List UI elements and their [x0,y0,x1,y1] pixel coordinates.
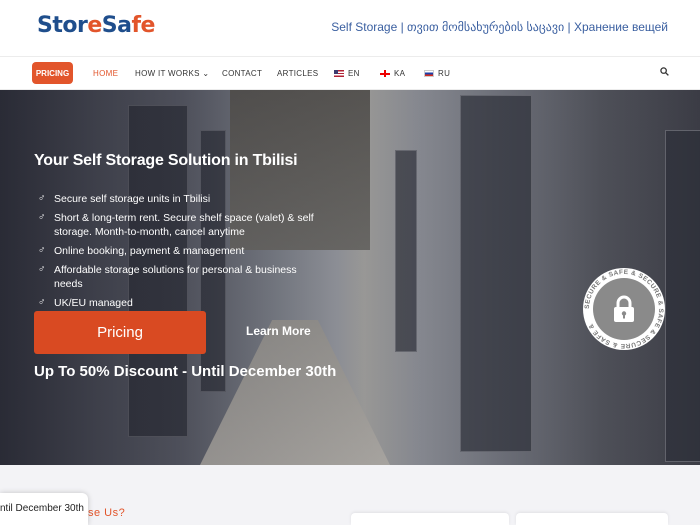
pricing-button[interactable]: Pricing [34,311,206,354]
georgia-flag-icon [380,70,390,77]
learn-more-link[interactable]: Learn More [246,324,311,338]
feature-text: UK/EU managed [54,297,133,309]
discount-headline: Up To 50% Discount - Until December 30th [34,363,337,380]
bullet-icon: ♂ [38,264,46,275]
header-tagline: Self Storage | თვით მომსახურების საცავი … [331,20,668,34]
hero-title: Your Self Storage Solution in Tbilisi [34,152,298,169]
feature-text: Affordable storage solutions for persona… [54,264,297,290]
logo-text-part: Stor [37,13,88,38]
feature-card [516,513,668,525]
bullet-icon: ♂ [38,212,46,223]
section-heading: se Us? [88,507,126,519]
search-icon[interactable] [660,67,669,76]
logo-text-part: fe [131,13,155,38]
us-flag-icon [334,70,344,77]
feature-item: ♂ Online booking, payment & management [38,244,328,258]
bullet-icon: ♂ [38,297,46,308]
hero-banner: Your Self Storage Solution in Tbilisi ♂ S… [0,90,700,465]
nav-lang-en[interactable]: EN [334,69,360,78]
storesafe-logo[interactable]: StoreSafe [37,13,155,38]
svg-text:SECURE & SAFE & SECURE & SAFE: SECURE & SAFE & SECURE & SAFE & SECURE &… [584,269,664,349]
feature-item: ♂ UK/EU managed [38,296,328,310]
nav-lang-ka[interactable]: KA [380,69,405,78]
feature-text: Secure self storage units in Tbilisi [54,193,211,205]
nav-how-it-works-label: HOW IT WORKS [135,69,200,78]
lang-ka-label: KA [394,69,406,78]
bullet-icon: ♂ [38,245,46,256]
feature-card [351,513,509,525]
badge-text: SECURE & SAFE & SECURE & SAFE & SECURE &… [584,269,664,349]
main-nav: PRICING HOME HOW IT WORKS ⌄ CONTACT ARTI… [0,56,700,90]
nav-how-it-works[interactable]: HOW IT WORKS ⌄ [135,69,209,78]
bullet-icon: ♂ [38,193,46,204]
logo-text-part: Sa [101,13,132,38]
lang-ru-label: RU [438,69,451,78]
feature-text: Short & long-term rent. Secure shelf spa… [54,212,314,238]
russia-flag-icon [424,70,434,77]
secure-safe-badge: SECURE & SAFE & SECURE & SAFE & SECURE &… [583,268,665,350]
feature-item: ♂ Affordable storage solutions for person… [38,263,328,291]
feature-item: ♂ Short & long-term rent. Secure shelf sp… [38,211,328,239]
ticker-text: ntil December 30th [0,503,84,514]
hero-feature-list: ♂ Secure self storage units in Tbilisi ♂ S… [38,192,328,315]
nav-pricing-button[interactable]: PRICING [32,62,73,84]
chevron-down-icon: ⌄ [202,69,210,78]
lang-en-label: EN [348,69,360,78]
nav-home[interactable]: HOME [93,69,118,78]
badge-ring-text: SECURE & SAFE & SECURE & SAFE & SECURE &… [584,269,664,349]
nav-contact[interactable]: CONTACT [222,69,262,78]
logo-text-part: e [87,13,102,38]
nav-articles[interactable]: ARTICLES [277,69,318,78]
discount-ticker[interactable]: ntil December 30th [0,493,88,525]
top-header: StoreSafe Self Storage | თვით მომსახურებ… [0,0,700,56]
nav-lang-ru[interactable]: RU [424,69,450,78]
feature-text: Online booking, payment & management [54,245,245,257]
feature-item: ♂ Secure self storage units in Tbilisi [38,192,328,206]
